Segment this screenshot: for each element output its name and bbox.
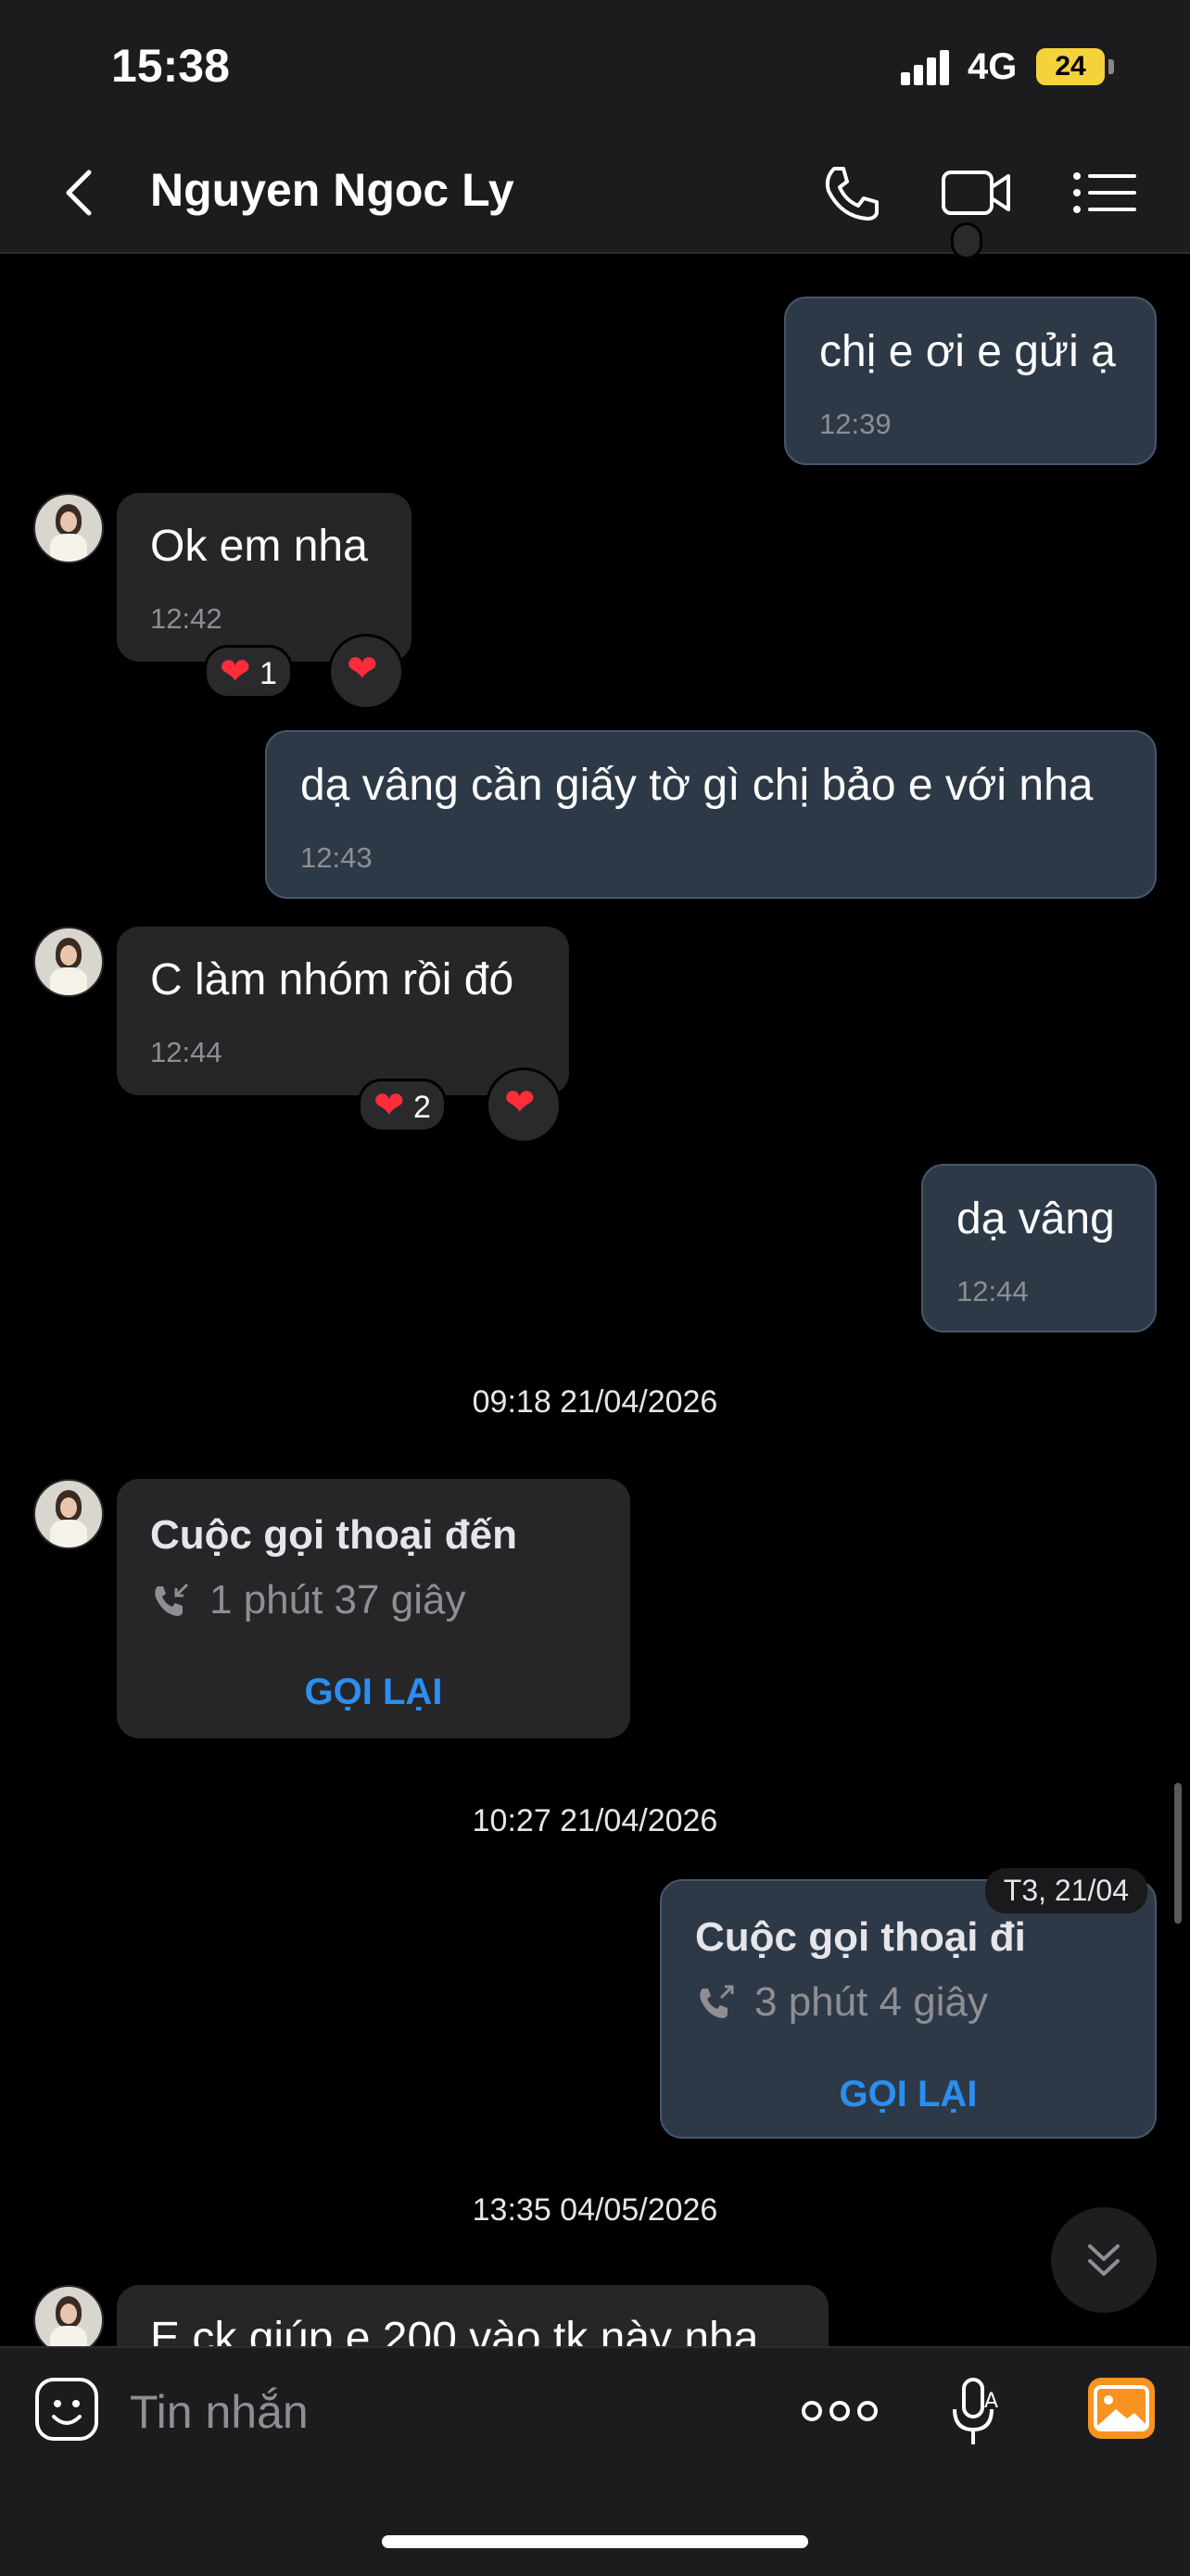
message-time: 12:43 bbox=[300, 841, 373, 874]
message-text: Ok em nha bbox=[150, 522, 368, 571]
message-bubble[interactable]: chị e ơi e gửi ạ 12:39 bbox=[784, 297, 1157, 465]
home-indicator[interactable] bbox=[382, 2535, 808, 2548]
heart-icon: ❤ bbox=[373, 1085, 405, 1126]
chevron-left-icon bbox=[66, 170, 92, 216]
react-button[interactable]: ❤ bbox=[486, 1067, 562, 1143]
reaction-count-value: 1 bbox=[259, 656, 277, 691]
reaction-count-clipped[interactable] bbox=[951, 222, 982, 259]
incoming-call-icon bbox=[155, 1583, 189, 1616]
signal-icon bbox=[901, 48, 956, 85]
scroll-to-bottom-button[interactable] bbox=[1051, 2207, 1157, 2313]
battery-icon: 24 bbox=[1036, 48, 1105, 85]
network-type: 4G bbox=[968, 46, 1018, 87]
emoji-sticker-icon bbox=[35, 2378, 98, 2441]
status-time: 15:38 bbox=[111, 40, 230, 92]
reaction-count[interactable]: ❤ 2 bbox=[358, 1079, 447, 1132]
contact-name[interactable]: Nguyen Ngoc Ly bbox=[150, 163, 514, 217]
date-separator: 10:27 21/04/2026 bbox=[472, 1803, 718, 1838]
avatar[interactable] bbox=[33, 2285, 104, 2355]
list-icon bbox=[1073, 172, 1136, 213]
message-input[interactable]: Tin nhắn bbox=[130, 2385, 309, 2439]
message-bubble[interactable]: dạ vâng 12:44 bbox=[921, 1164, 1157, 1332]
menu-button[interactable] bbox=[1068, 159, 1142, 226]
message-time: 12:44 bbox=[150, 1036, 222, 1068]
reaction-count-value: 2 bbox=[412, 1090, 431, 1125]
more-options-button[interactable] bbox=[801, 2394, 879, 2428]
message-time: 12:44 bbox=[956, 1275, 1029, 1307]
message-bubble[interactable]: C làm nhóm rồi đó 12:44 bbox=[117, 927, 569, 1095]
call-back-button[interactable]: GỌI LẠI bbox=[117, 1672, 630, 1713]
call-duration: 3 phút 4 giây bbox=[754, 1979, 988, 2025]
avatar[interactable] bbox=[33, 493, 104, 563]
heart-icon: ❤ bbox=[504, 1082, 536, 1123]
call-card[interactable]: Cuộc gọi thoại đến 1 phút 37 giây GỌI LẠ… bbox=[117, 1479, 630, 1738]
phone-icon bbox=[825, 167, 879, 221]
double-chevron-down-icon bbox=[1088, 2244, 1120, 2276]
call-card[interactable]: T3, 21/04 Cuộc gọi thoại đi 3 phút 4 giâ… bbox=[660, 1868, 1157, 2139]
avatar[interactable] bbox=[33, 927, 104, 997]
call-title: Cuộc gọi thoại đi bbox=[695, 1914, 1026, 1960]
call-back-button[interactable]: GỌI LẠI bbox=[662, 2074, 1155, 2115]
message-time: 12:42 bbox=[150, 602, 222, 635]
microphone-icon: A bbox=[953, 2378, 998, 2444]
heart-icon: ❤ bbox=[220, 651, 251, 692]
back-button[interactable] bbox=[57, 165, 104, 221]
battery-nub bbox=[1108, 59, 1114, 74]
message-text: dạ vâng cần giấy tờ gì chị bảo e với nha bbox=[300, 761, 1094, 810]
avatar[interactable] bbox=[33, 1479, 104, 1549]
message-bubble[interactable]: dạ vâng cần giấy tờ gì chị bảo e với nha… bbox=[265, 730, 1157, 899]
reaction-count[interactable]: ❤ 1 bbox=[204, 645, 293, 699]
scrollbar[interactable] bbox=[1174, 1783, 1182, 1924]
message-text: chị e ơi e gửi ạ bbox=[819, 327, 1116, 376]
date-separator: 09:18 21/04/2026 bbox=[472, 1384, 718, 1420]
more-dots-icon bbox=[802, 2401, 878, 2421]
photo-icon bbox=[1088, 2378, 1155, 2439]
call-title: Cuộc gọi thoại đến bbox=[150, 1512, 517, 1558]
call-duration: 1 phút 37 giây bbox=[209, 1577, 466, 1623]
message-text: dạ vâng bbox=[956, 1194, 1115, 1244]
sticker-button[interactable] bbox=[33, 2376, 102, 2444]
heart-icon: ❤ bbox=[347, 649, 378, 689]
image-button[interactable] bbox=[1086, 2376, 1157, 2441]
voice-call-button[interactable] bbox=[814, 159, 888, 226]
date-separator: 13:35 04/05/2026 bbox=[472, 2192, 718, 2228]
message-time: 12:39 bbox=[819, 408, 892, 440]
video-camera-icon bbox=[942, 170, 1010, 215]
voice-input-button[interactable]: A bbox=[947, 2376, 1008, 2448]
message-text: C làm nhóm rồi đó bbox=[150, 955, 514, 1004]
svg-text:A: A bbox=[984, 2390, 998, 2413]
day-tag: T3, 21/04 bbox=[984, 1868, 1147, 1913]
outgoing-call-icon bbox=[700, 1985, 734, 2018]
react-button[interactable]: ❤ bbox=[328, 634, 404, 710]
video-call-button[interactable] bbox=[940, 159, 1014, 226]
